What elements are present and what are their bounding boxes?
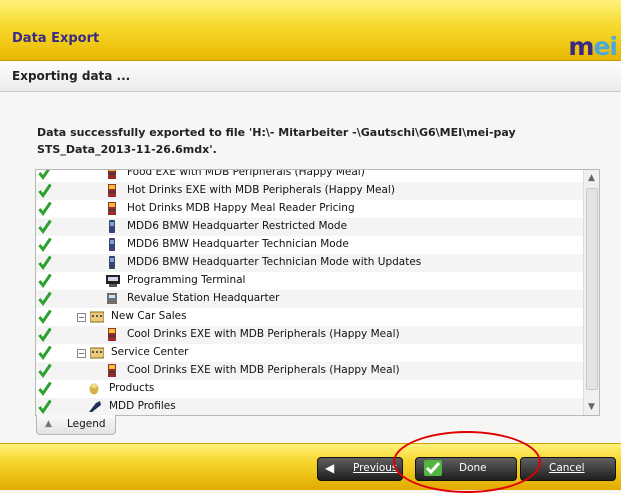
- mei-logo: mei: [568, 32, 618, 61]
- tree-row-label: Hot Drinks MDB Happy Meal Reader Pricing: [127, 202, 355, 214]
- scroll-up-icon[interactable]: ▲: [584, 170, 599, 186]
- triangle-up-icon: ▲: [45, 419, 52, 429]
- tree-row[interactable]: − New Car Sales: [36, 308, 584, 327]
- tree-row[interactable]: MDD6 BMW Headquarter Technician Mode wit…: [36, 254, 584, 273]
- device-icon: [106, 238, 118, 251]
- tree-row-label: Service Center: [111, 346, 189, 358]
- legend-label: Legend: [67, 418, 106, 430]
- previous-button[interactable]: ◀ Previous: [317, 457, 403, 481]
- check-icon: [38, 308, 52, 325]
- device-icon: [106, 220, 118, 233]
- logo-accent: ei: [593, 32, 618, 61]
- tree-row[interactable]: Food EXE with MDB Peripherals (Happy Mea…: [36, 169, 584, 183]
- tree-row-label: New Car Sales: [111, 310, 187, 322]
- title-bar: Data Export mei: [0, 0, 621, 61]
- check-icon: [38, 362, 52, 379]
- tree-row-label: MDD6 BMW Headquarter Technician Mode wit…: [127, 256, 422, 268]
- scroll-down-icon[interactable]: ▼: [584, 399, 599, 415]
- tree-row-label: Revalue Station Headquarter: [127, 292, 280, 304]
- products-icon: [88, 382, 100, 395]
- machine-icon: [106, 364, 118, 377]
- profile-icon: [88, 400, 101, 413]
- check-icon: [38, 200, 52, 217]
- device-icon: [106, 256, 118, 269]
- logo-main: m: [568, 32, 594, 61]
- scroll-thumb[interactable]: [586, 188, 598, 390]
- tree-row-label: Food EXE with MDB Peripherals (Happy Mea…: [127, 169, 365, 178]
- check-icon: [38, 170, 52, 181]
- tree-row[interactable]: Products: [36, 380, 584, 399]
- building-icon: [89, 310, 105, 323]
- check-icon: [38, 182, 52, 199]
- check-icon: [38, 254, 52, 271]
- tree-row[interactable]: Revalue Station Headquarter: [36, 290, 584, 309]
- step-title: Exporting data ...: [12, 69, 131, 83]
- tree-row-label: Cool Drinks EXE with MDB Peripherals (Ha…: [127, 328, 400, 340]
- check-icon: [38, 218, 52, 235]
- cancel-label: Cancel: [549, 462, 585, 474]
- tree-row[interactable]: Cool Drinks EXE with MDB Peripherals (Ha…: [36, 362, 584, 381]
- check-icon: [38, 380, 52, 397]
- tree-row-label: Hot Drinks EXE with MDB Peripherals (Hap…: [127, 184, 395, 196]
- tree-row[interactable]: MDD Profiles: [36, 398, 584, 415]
- check-icon: [38, 326, 52, 343]
- check-icon: [38, 272, 52, 289]
- tree-row[interactable]: Hot Drinks MDB Happy Meal Reader Pricing: [36, 200, 584, 219]
- building-icon: [89, 346, 105, 359]
- machine-icon: [106, 184, 118, 197]
- window-title: Data Export: [12, 31, 100, 46]
- tree-row[interactable]: Programming Terminal: [36, 272, 584, 291]
- collapse-icon[interactable]: −: [77, 349, 86, 358]
- check-icon: [38, 344, 52, 361]
- machine-icon: [106, 202, 118, 215]
- highlight-circle: [393, 431, 541, 493]
- arrow-left-icon: ◀: [325, 461, 335, 475]
- tree-row[interactable]: − Service Center: [36, 344, 584, 363]
- tree-row-label: Programming Terminal: [127, 274, 246, 286]
- vertical-scrollbar[interactable]: ▲ ▼: [583, 170, 599, 415]
- tree-row[interactable]: MDD6 BMW Headquarter Technician Mode: [36, 236, 584, 255]
- tree-row[interactable]: Hot Drinks EXE with MDB Peripherals (Hap…: [36, 182, 584, 201]
- export-message: Data successfully exported to file 'H:\-…: [37, 126, 516, 156]
- legend-toggle[interactable]: ▲ Legend: [36, 415, 116, 435]
- tree-row-label: MDD6 BMW Headquarter Technician Mode: [127, 238, 349, 250]
- tree-row-label: Products: [109, 382, 155, 394]
- collapse-icon[interactable]: −: [77, 313, 86, 322]
- tree-row-label: MDD Profiles: [109, 400, 176, 412]
- step-header: Exporting data ...: [0, 61, 621, 92]
- machine-icon: [106, 170, 118, 179]
- tree-row[interactable]: Cool Drinks EXE with MDB Peripherals (Ha…: [36, 326, 584, 345]
- check-icon: [38, 236, 52, 253]
- tree-row[interactable]: MDD6 BMW Headquarter Restricted Mode: [36, 218, 584, 237]
- check-icon: [38, 290, 52, 307]
- previous-label: Previous: [353, 462, 398, 474]
- check-icon: [38, 398, 52, 415]
- machine-icon: [106, 328, 118, 341]
- terminal-icon: [106, 274, 120, 287]
- tree-row-label: MDD6 BMW Headquarter Restricted Mode: [127, 220, 348, 232]
- tree-row-label: Cool Drinks EXE with MDB Peripherals (Ha…: [127, 364, 400, 376]
- export-tree[interactable]: Food EXE with MDB Peripherals (Happy Mea…: [35, 169, 600, 416]
- station-icon: [106, 292, 118, 305]
